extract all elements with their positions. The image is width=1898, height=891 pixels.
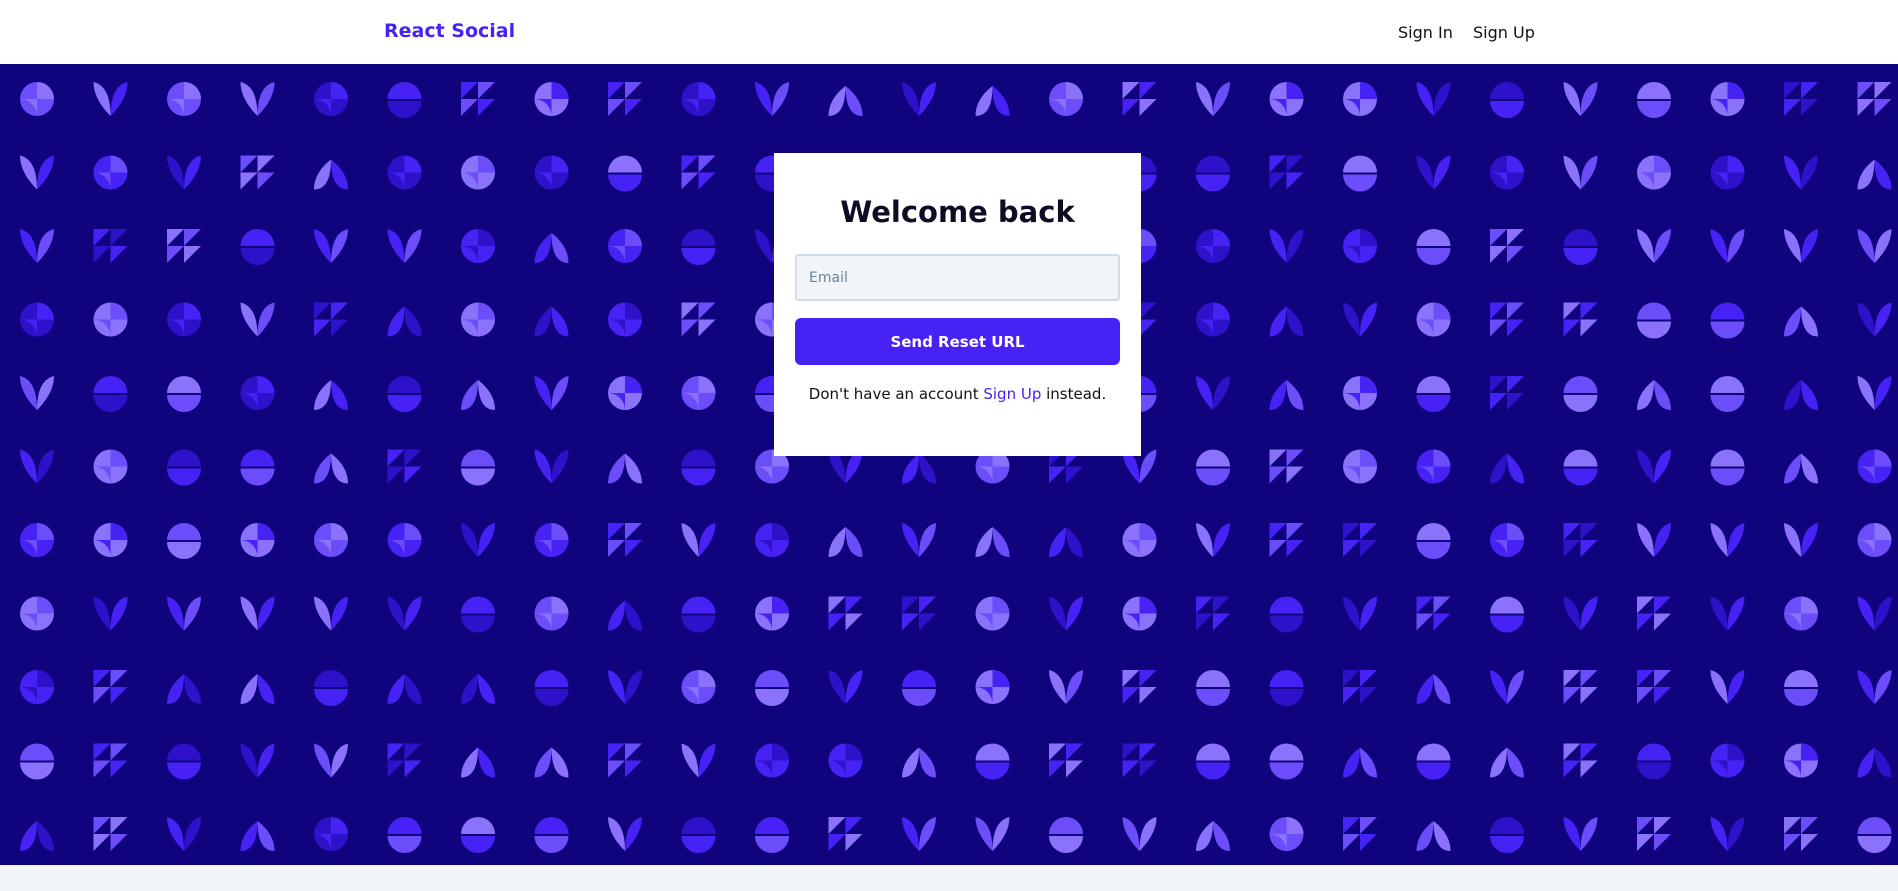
signup-link[interactable]: Sign Up	[983, 385, 1041, 403]
email-field[interactable]	[795, 254, 1120, 301]
reset-password-card: Welcome back Send Reset URL Don't have a…	[774, 153, 1141, 456]
card-title: Welcome back	[840, 195, 1075, 229]
signup-prompt: Don't have an account Sign Up instead.	[774, 385, 1141, 403]
hero-background: Welcome back Send Reset URL Don't have a…	[0, 64, 1898, 865]
signup-prompt-prefix: Don't have an account	[808, 385, 984, 403]
signup-prompt-suffix: instead.	[1041, 385, 1107, 403]
nav-sign-in-link[interactable]: Sign In	[1398, 23, 1453, 42]
nav-sign-up-link[interactable]: Sign Up	[1473, 23, 1535, 42]
brand-logo[interactable]: React Social	[384, 20, 515, 42]
top-navbar: React Social Sign In Sign Up	[0, 0, 1898, 64]
send-reset-url-button[interactable]: Send Reset URL	[795, 318, 1120, 365]
